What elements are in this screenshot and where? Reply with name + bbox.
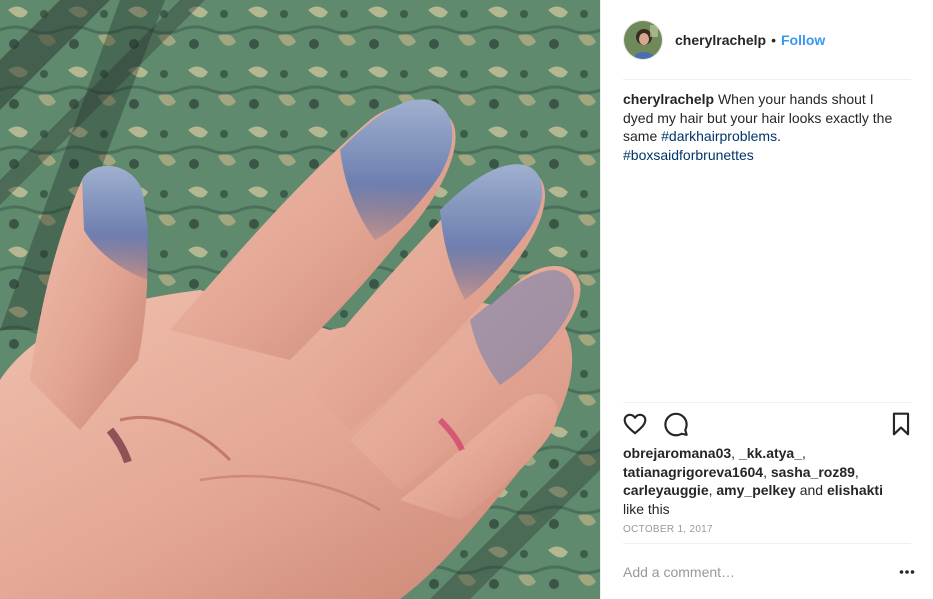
comment-input[interactable] xyxy=(623,556,897,587)
avatar-photo-icon xyxy=(624,20,662,59)
comment-box xyxy=(623,544,915,599)
post-author-username[interactable]: cherylrachelp xyxy=(675,32,766,48)
likes-and-word: and xyxy=(799,482,824,498)
more-options-icon xyxy=(899,569,915,574)
save-button[interactable] xyxy=(887,410,915,438)
heart-icon xyxy=(623,413,647,435)
divider xyxy=(623,79,911,80)
avatar[interactable] xyxy=(623,19,663,60)
caption-username[interactable]: cherylrachelp xyxy=(623,91,714,107)
liker-username[interactable]: amy_pelkey xyxy=(716,482,795,498)
comment-button[interactable] xyxy=(662,410,690,438)
liker-username[interactable]: tatianagrigoreva1604 xyxy=(623,464,763,480)
hashtag-link[interactable]: #darkhairproblems xyxy=(661,128,777,144)
liker-username[interactable]: elishakti xyxy=(827,482,883,498)
post-date[interactable]: OCTOBER 1, 2017 xyxy=(623,524,713,535)
liker-username[interactable]: _kk.atya_ xyxy=(739,445,802,461)
liker-username[interactable]: sasha_roz89 xyxy=(771,464,855,480)
post-header: cherylrachelp • Follow xyxy=(601,0,933,79)
post-sidebar: cherylrachelp • Follow cherylrachelp Whe… xyxy=(600,0,933,599)
post-actions xyxy=(623,410,911,440)
caption-text-2: . xyxy=(777,128,781,144)
follow-button[interactable]: Follow xyxy=(781,32,825,48)
hashtag-link[interactable]: #boxsaidforbrunettes xyxy=(623,147,754,163)
instagram-post: cherylrachelp • Follow cherylrachelp Whe… xyxy=(0,0,933,599)
more-options-button[interactable] xyxy=(897,562,917,582)
post-photo[interactable] xyxy=(0,0,600,599)
header-separator: • xyxy=(771,31,776,48)
comment-icon xyxy=(664,412,688,437)
post-caption: cherylrachelp When your hands shout I dy… xyxy=(623,90,903,164)
liker-username[interactable]: obrejaromana03 xyxy=(623,445,731,461)
like-button[interactable] xyxy=(621,410,649,438)
likes-summary: obrejaromana03, _kk.atya_, tatianagrigor… xyxy=(623,445,883,517)
hand-with-dyed-fingertips-photo xyxy=(0,0,600,599)
liker-username[interactable]: carleyauggie xyxy=(623,482,709,498)
likes-suffix: like this xyxy=(623,500,670,517)
divider xyxy=(623,402,911,403)
bookmark-icon xyxy=(892,412,910,436)
